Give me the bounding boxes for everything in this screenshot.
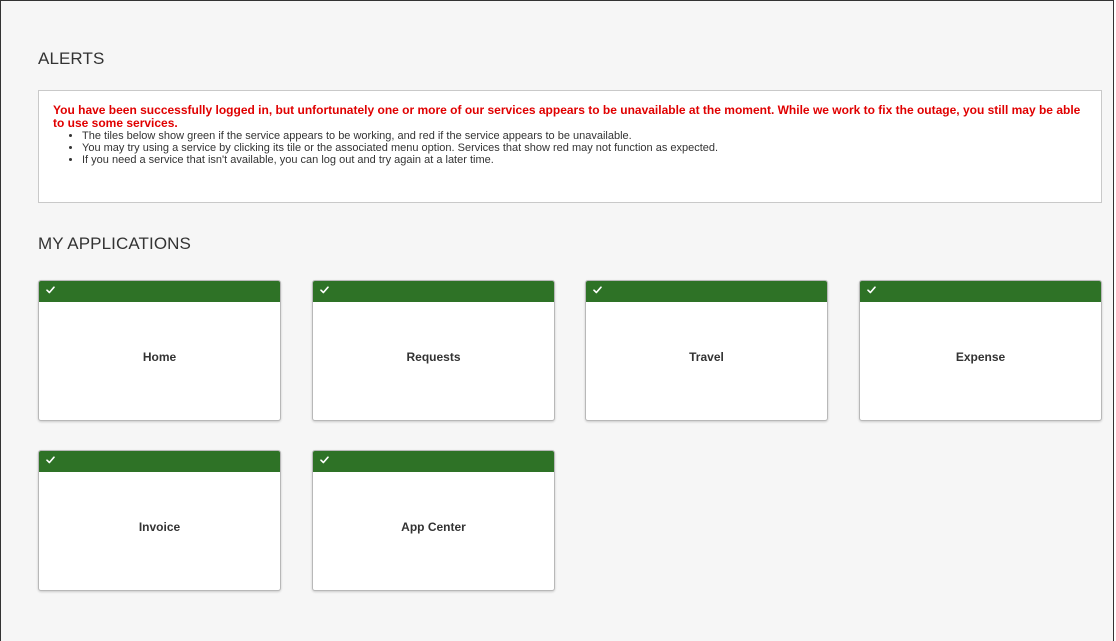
tile-expense[interactable]: Expense bbox=[859, 280, 1102, 421]
alert-list: The tiles below show green if the servic… bbox=[53, 130, 1087, 166]
checkmark-icon bbox=[867, 286, 876, 294]
page-frame: ALERTS You have been successfully logged… bbox=[0, 0, 1114, 641]
checkmark-icon bbox=[320, 456, 329, 464]
tile-travel[interactable]: Travel bbox=[585, 280, 828, 421]
tile-status-bar bbox=[39, 281, 280, 302]
tile-status-bar bbox=[39, 451, 280, 472]
alert-panel: You have been successfully logged in, bu… bbox=[38, 90, 1102, 203]
alert-list-item: You may try using a service by clicking … bbox=[82, 142, 1087, 154]
checkmark-icon bbox=[593, 286, 602, 294]
alerts-heading: ALERTS bbox=[38, 49, 105, 68]
alert-list-item: If you need a service that isn't availab… bbox=[82, 154, 1087, 166]
tile-home[interactable]: Home bbox=[38, 280, 281, 421]
tile-invoice[interactable]: Invoice bbox=[38, 450, 281, 591]
tile-label: Expense bbox=[955, 349, 1006, 364]
tile-status-bar bbox=[313, 451, 554, 472]
tile-label: App Center bbox=[401, 519, 466, 534]
tile-label: Travel bbox=[689, 349, 724, 364]
tile-status-bar bbox=[313, 281, 554, 302]
my-applications-heading: MY APPLICATIONS bbox=[38, 234, 191, 253]
tile-label: Invoice bbox=[138, 519, 181, 534]
alert-headline: You have been successfully logged in, bu… bbox=[53, 103, 1081, 130]
tile-label: Requests bbox=[406, 349, 461, 364]
tile-label: Home bbox=[142, 349, 177, 364]
tile-status-bar bbox=[860, 281, 1101, 302]
alert-list-item: The tiles below show green if the servic… bbox=[82, 130, 1087, 142]
checkmark-icon bbox=[46, 286, 55, 294]
tile-requests[interactable]: Requests bbox=[312, 280, 555, 421]
tile-app-center[interactable]: App Center bbox=[312, 450, 555, 591]
checkmark-icon bbox=[320, 286, 329, 294]
checkmark-icon bbox=[46, 456, 55, 464]
tile-status-bar bbox=[586, 281, 827, 302]
